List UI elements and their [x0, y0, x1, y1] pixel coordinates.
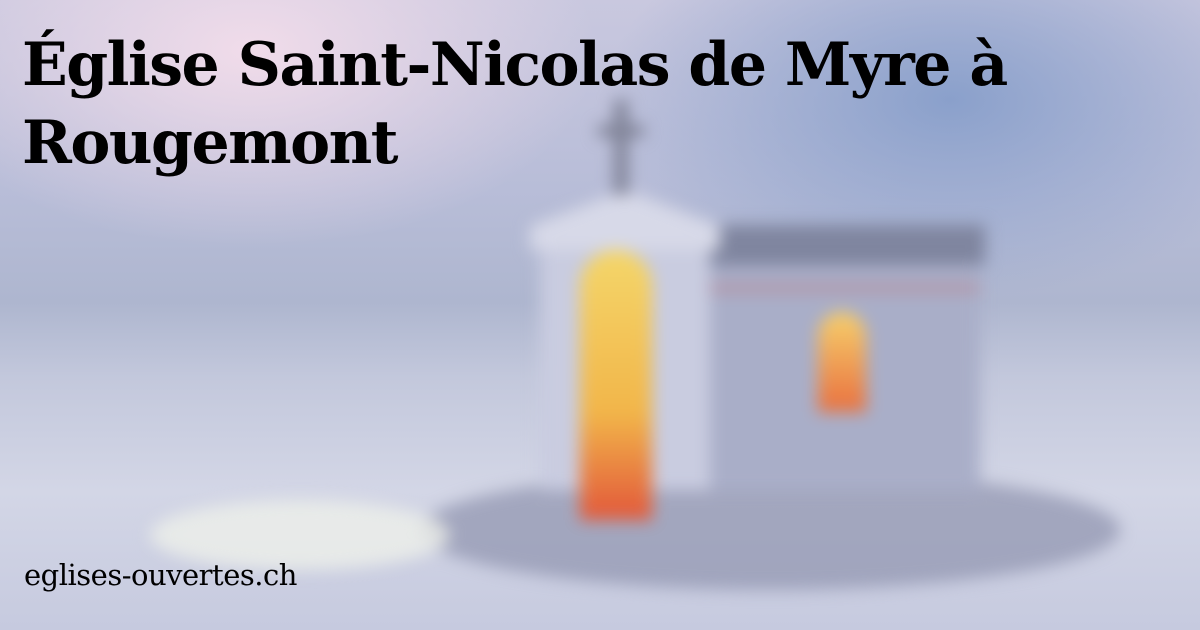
site-name: eglises-ouvertes.ch	[24, 558, 297, 592]
page-title: Église Saint-Nicolas de Myre à Rougemont	[22, 30, 1008, 178]
chapel-roof	[700, 225, 985, 265]
chapel-stripe	[705, 285, 980, 291]
chapel-door	[580, 250, 652, 520]
chapel-window	[818, 312, 866, 412]
chapel-gable	[530, 190, 720, 250]
